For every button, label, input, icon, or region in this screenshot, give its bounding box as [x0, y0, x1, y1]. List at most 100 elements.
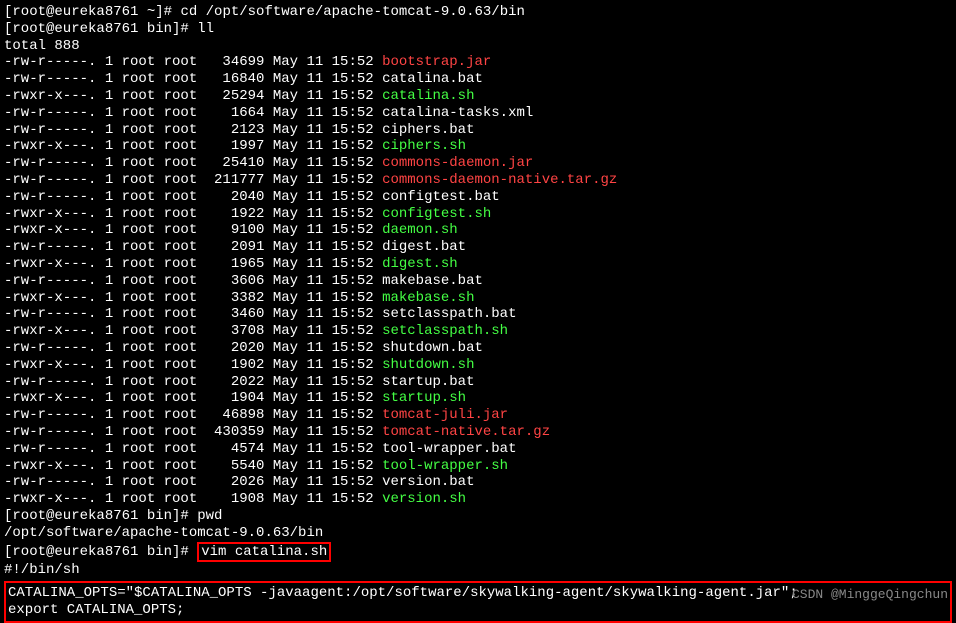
file-row: -rwxr-x---. 1 root root 1997 May 11 15:5… — [4, 138, 952, 155]
file-row: -rw-r-----. 1 root root 3606 May 11 15:5… — [4, 273, 952, 290]
file-perms: -rw-r-----. 1 root root 4574 May 11 15:5… — [4, 441, 382, 457]
file-name: tomcat-native.tar.gz — [382, 424, 550, 440]
prompt-line-cd: [root@eureka8761 ~]# cd /opt/software/ap… — [4, 4, 952, 21]
file-name: shutdown.bat — [382, 340, 483, 356]
file-name: ciphers.bat — [382, 122, 474, 138]
file-perms: -rw-r-----. 1 root root 2020 May 11 15:5… — [4, 340, 382, 356]
file-row: -rw-r-----. 1 root root 2123 May 11 15:5… — [4, 122, 952, 139]
file-perms: -rwxr-x---. 1 root root 3708 May 11 15:5… — [4, 323, 382, 339]
file-row: -rw-r-----. 1 root root 25410 May 11 15:… — [4, 155, 952, 172]
file-name: makebase.sh — [382, 290, 474, 306]
file-perms: -rw-r-----. 1 root root 2040 May 11 15:5… — [4, 189, 382, 205]
file-perms: -rw-r-----. 1 root root 2026 May 11 15:5… — [4, 474, 382, 490]
file-perms: -rwxr-x---. 1 root root 1902 May 11 15:5… — [4, 357, 382, 373]
file-row: -rwxr-x---. 1 root root 3382 May 11 15:5… — [4, 290, 952, 307]
file-row: -rw-r-----. 1 root root 16840 May 11 15:… — [4, 71, 952, 88]
file-perms: -rw-r-----. 1 root root 16840 May 11 15:… — [4, 71, 382, 87]
file-row: -rw-r-----. 1 root root 2022 May 11 15:5… — [4, 374, 952, 391]
prompt-line-ll: [root@eureka8761 bin]# ll — [4, 21, 952, 38]
file-perms: -rwxr-x---. 1 root root 5540 May 11 15:5… — [4, 458, 382, 474]
file-row: -rwxr-x---. 1 root root 1904 May 11 15:5… — [4, 390, 952, 407]
file-name: version.bat — [382, 474, 474, 490]
pwd-output: /opt/software/apache-tomcat-9.0.63/bin — [4, 525, 952, 542]
file-perms: -rw-r-----. 1 root root 211777 May 11 15… — [4, 172, 382, 188]
cmd-ll: ll — [197, 21, 214, 37]
file-perms: -rw-r-----. 1 root root 2022 May 11 15:5… — [4, 374, 382, 390]
file-name: commons-daemon.jar — [382, 155, 533, 171]
cmd-cd: cd /opt/software/apache-tomcat-9.0.63/bi… — [180, 4, 524, 20]
file-row: -rwxr-x---. 1 root root 1922 May 11 15:5… — [4, 206, 952, 223]
file-name: startup.sh — [382, 390, 466, 406]
file-row: -rw-r-----. 1 root root 46898 May 11 15:… — [4, 407, 952, 424]
prompt-host: [root@eureka8761 bin]# — [4, 21, 197, 37]
file-perms: -rwxr-x---. 1 root root 1908 May 11 15:5… — [4, 491, 382, 507]
file-row: -rw-r-----. 1 root root 211777 May 11 15… — [4, 172, 952, 189]
file-perms: -rw-r-----. 1 root root 1664 May 11 15:5… — [4, 105, 382, 121]
file-row: -rwxr-x---. 1 root root 1908 May 11 15:5… — [4, 491, 952, 508]
file-perms: -rwxr-x---. 1 root root 1997 May 11 15:5… — [4, 138, 382, 154]
file-perms: -rw-r-----. 1 root root 46898 May 11 15:… — [4, 407, 382, 423]
file-name: configtest.bat — [382, 189, 500, 205]
file-row: -rw-r-----. 1 root root 3460 May 11 15:5… — [4, 306, 952, 323]
prompt-host: [root@eureka8761 bin]# — [4, 544, 197, 560]
file-name: bootstrap.jar — [382, 54, 491, 70]
file-name: shutdown.sh — [382, 357, 474, 373]
file-row: -rw-r-----. 1 root root 2091 May 11 15:5… — [4, 239, 952, 256]
file-name: digest.bat — [382, 239, 466, 255]
file-perms: -rwxr-x---. 1 root root 3382 May 11 15:5… — [4, 290, 382, 306]
file-row: -rwxr-x---. 1 root root 1902 May 11 15:5… — [4, 357, 952, 374]
file-row: -rw-r-----. 1 root root 430359 May 11 15… — [4, 424, 952, 441]
file-name: version.sh — [382, 491, 466, 507]
file-row: -rw-r-----. 1 root root 2026 May 11 15:5… — [4, 474, 952, 491]
cmd-vim: vim catalina.sh — [201, 544, 327, 560]
file-row: -rwxr-x---. 1 root root 1965 May 11 15:5… — [4, 256, 952, 273]
file-perms: -rw-r-----. 1 root root 25410 May 11 15:… — [4, 155, 382, 171]
prompt-host: [root@eureka8761 bin]# — [4, 508, 197, 524]
file-row: -rwxr-x---. 1 root root 25294 May 11 15:… — [4, 88, 952, 105]
file-perms: -rwxr-x---. 1 root root 1904 May 11 15:5… — [4, 390, 382, 406]
file-name: catalina.bat — [382, 71, 483, 87]
file-perms: -rw-r-----. 1 root root 3606 May 11 15:5… — [4, 273, 382, 289]
file-name: setclasspath.bat — [382, 306, 516, 322]
file-perms: -rw-r-----. 1 root root 34699 May 11 15:… — [4, 54, 382, 70]
file-perms: -rw-r-----. 1 root root 3460 May 11 15:5… — [4, 306, 382, 322]
file-name: configtest.sh — [382, 206, 491, 222]
file-name: tool-wrapper.sh — [382, 458, 508, 474]
highlighted-vim-cmd: vim catalina.sh — [197, 542, 331, 563]
file-row: -rw-r-----. 1 root root 2020 May 11 15:5… — [4, 340, 952, 357]
file-perms: -rwxr-x---. 1 root root 9100 May 11 15:5… — [4, 222, 382, 238]
file-row: -rw-r-----. 1 root root 34699 May 11 15:… — [4, 54, 952, 71]
file-perms: -rw-r-----. 1 root root 2123 May 11 15:5… — [4, 122, 382, 138]
file-name: commons-daemon-native.tar.gz — [382, 172, 617, 188]
file-perms: -rw-r-----. 1 root root 2091 May 11 15:5… — [4, 239, 382, 255]
export-line: export CATALINA_OPTS; — [8, 602, 948, 619]
file-row: -rw-r-----. 1 root root 4574 May 11 15:5… — [4, 441, 952, 458]
file-row: -rwxr-x---. 1 root root 9100 May 11 15:5… — [4, 222, 952, 239]
file-perms: -rwxr-x---. 1 root root 25294 May 11 15:… — [4, 88, 382, 104]
file-name: tomcat-juli.jar — [382, 407, 508, 423]
file-row: -rwxr-x---. 1 root root 3708 May 11 15:5… — [4, 323, 952, 340]
file-name: catalina.sh — [382, 88, 474, 104]
file-row: -rwxr-x---. 1 root root 5540 May 11 15:5… — [4, 458, 952, 475]
cmd-pwd: pwd — [197, 508, 222, 524]
total-line: total 888 — [4, 38, 952, 55]
file-name: tool-wrapper.bat — [382, 441, 516, 457]
file-name: digest.sh — [382, 256, 458, 272]
file-row: -rw-r-----. 1 root root 1664 May 11 15:5… — [4, 105, 952, 122]
prompt-line-pwd: [root@eureka8761 bin]# pwd — [4, 508, 952, 525]
file-perms: -rwxr-x---. 1 root root 1922 May 11 15:5… — [4, 206, 382, 222]
file-name: catalina-tasks.xml — [382, 105, 533, 121]
shebang-line: #!/bin/sh — [4, 562, 952, 579]
file-name: daemon.sh — [382, 222, 458, 238]
file-name: setclasspath.sh — [382, 323, 508, 339]
prompt-line-vim: [root@eureka8761 bin]# vim catalina.sh — [4, 542, 952, 563]
file-listing: -rw-r-----. 1 root root 34699 May 11 15:… — [4, 54, 952, 508]
watermark: CSDN @MinggeQingchun — [792, 587, 948, 603]
file-perms: -rw-r-----. 1 root root 430359 May 11 15… — [4, 424, 382, 440]
file-name: startup.bat — [382, 374, 474, 390]
prompt-host: [root@eureka8761 ~]# — [4, 4, 180, 20]
file-row: -rw-r-----. 1 root root 2040 May 11 15:5… — [4, 189, 952, 206]
file-name: makebase.bat — [382, 273, 483, 289]
file-perms: -rwxr-x---. 1 root root 1965 May 11 15:5… — [4, 256, 382, 272]
file-name: ciphers.sh — [382, 138, 466, 154]
